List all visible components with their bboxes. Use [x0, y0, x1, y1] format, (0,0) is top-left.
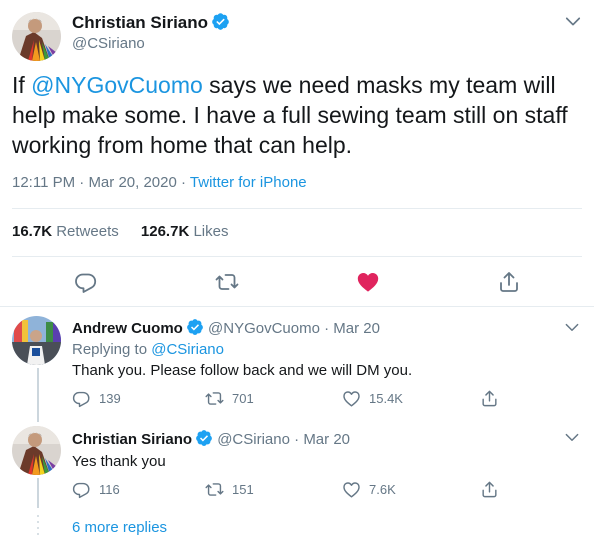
chevron-down-icon[interactable] — [563, 11, 583, 31]
share-icon — [480, 480, 499, 499]
tweet-meta: 12:11 PM · Mar 20, 2020 · Twitter for iP… — [12, 173, 307, 193]
reply-author-name[interactable]: Andrew Cuomo — [72, 320, 183, 337]
likes-count: 126.7K — [140, 223, 190, 240]
retweet-button[interactable]: 151 — [205, 480, 254, 499]
retweet-button[interactable]: 701 — [205, 389, 254, 408]
reply-avatar[interactable] — [12, 316, 61, 365]
chevron-down-icon[interactable] — [563, 318, 581, 336]
reply-text: Yes thank you — [72, 453, 166, 470]
retweets-count: 16.7K — [12, 223, 53, 240]
retweet-count: 701 — [232, 390, 254, 406]
reply-count: 139 — [99, 390, 121, 406]
mention-link[interactable]: @NYGovCuomo — [31, 72, 203, 98]
tweet-text: If @NYGovCuomo says we need masks my tea… — [12, 70, 584, 160]
like-button[interactable] — [356, 270, 380, 294]
like-count: 15.4K — [369, 390, 403, 406]
reply-author-name[interactable]: Christian Siriano — [72, 431, 192, 448]
verified-badge-icon — [195, 429, 213, 447]
reply-icon — [74, 270, 98, 294]
reply-date[interactable]: Mar 20 — [333, 320, 380, 337]
reply-date[interactable]: Mar 20 — [303, 431, 350, 448]
reply-icon — [72, 389, 91, 408]
reply-avatar[interactable] — [12, 426, 61, 475]
replying-to-handle[interactable]: @CSiriano — [151, 341, 224, 358]
retweets-stat[interactable]: 16.7K Retweets — [12, 223, 119, 240]
thread-line — [37, 368, 39, 422]
likes-label: Likes — [193, 223, 229, 240]
verified-badge-icon — [186, 318, 204, 336]
like-count: 7.6K — [369, 481, 396, 497]
tweet-text-prefix: If — [12, 72, 32, 98]
heart-icon — [342, 480, 361, 499]
heart-filled-icon — [356, 270, 380, 294]
share-button[interactable] — [480, 480, 499, 499]
tweet-stats: 16.7K Retweets 126.7K Likes — [12, 222, 246, 242]
meta-separator: · — [181, 174, 186, 191]
author-avatar[interactable] — [12, 12, 61, 61]
meta-separator: · — [324, 320, 330, 337]
divider — [12, 208, 582, 209]
likes-stat[interactable]: 126.7K Likes — [141, 223, 229, 240]
tweet-time[interactable]: 12:11 PM — [12, 174, 75, 191]
divider — [0, 306, 594, 307]
reply-count: 116 — [99, 481, 120, 497]
replying-to: Replying to @CSiriano — [72, 340, 224, 360]
divider — [12, 256, 582, 257]
reply-header: Christian Siriano @CSiriano · Mar 20 — [72, 429, 350, 450]
meta-separator: · — [294, 431, 300, 448]
more-replies-link[interactable]: 6 more replies — [72, 518, 167, 538]
meta-separator: · — [79, 174, 85, 191]
reply-button[interactable]: 139 — [72, 389, 121, 408]
reply-button[interactable] — [74, 270, 98, 294]
share-button[interactable] — [480, 389, 499, 408]
reply-button[interactable]: 116 — [72, 480, 120, 499]
replying-to-label: Replying to — [72, 341, 148, 358]
chevron-down-icon[interactable] — [563, 428, 581, 446]
share-icon — [480, 389, 499, 408]
retweets-label: Retweets — [56, 223, 119, 240]
share-icon — [497, 270, 521, 294]
reply-icon — [72, 480, 91, 499]
retweet-icon — [205, 480, 224, 499]
share-button[interactable] — [497, 270, 521, 294]
author-handle[interactable]: @CSiriano — [72, 35, 145, 53]
author-name[interactable]: Christian Siriano — [72, 12, 230, 34]
retweet-count: 151 — [232, 481, 254, 497]
reply-author-handle[interactable]: @NYGovCuomo — [208, 320, 320, 337]
thread-line — [37, 478, 39, 508]
like-button[interactable]: 15.4K — [342, 389, 403, 408]
verified-badge-icon — [211, 12, 230, 31]
tweet-source-link[interactable]: Twitter for iPhone — [190, 174, 307, 191]
retweet-icon — [205, 389, 224, 408]
reply-author-handle[interactable]: @CSiriano — [217, 431, 290, 448]
like-button[interactable]: 7.6K — [342, 480, 396, 499]
retweet-icon — [215, 270, 239, 294]
tweet-date[interactable]: Mar 20, 2020 — [88, 174, 176, 191]
reply-header: Andrew Cuomo @NYGovCuomo · Mar 20 — [72, 318, 380, 339]
retweet-button[interactable] — [215, 270, 239, 294]
reply-text: Thank you. Please follow back and we wil… — [72, 362, 413, 379]
heart-icon — [342, 389, 361, 408]
thread-dots — [37, 515, 39, 539]
author-name-text: Christian Siriano — [72, 13, 209, 32]
